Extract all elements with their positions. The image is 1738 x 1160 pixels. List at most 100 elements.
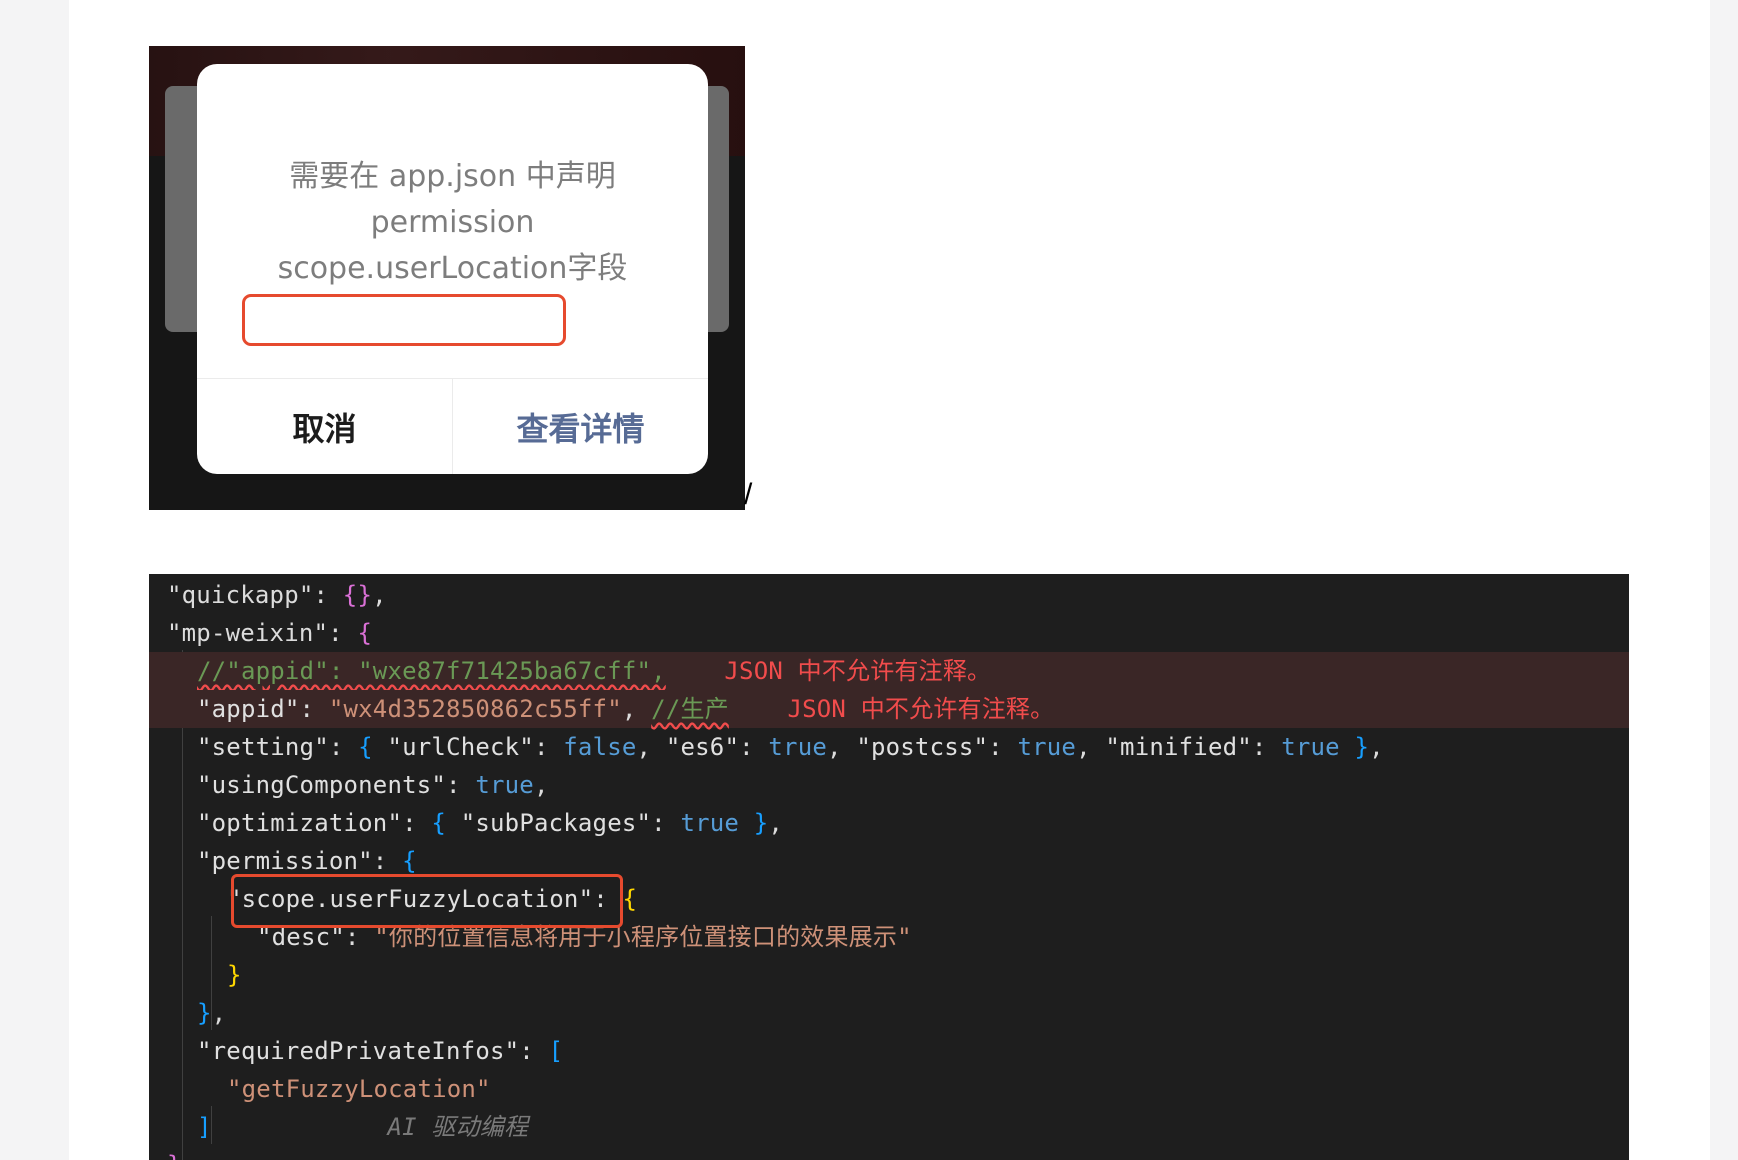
dialog-message-line3: scope.userLocation字段 xyxy=(197,246,708,292)
code-token: "subPackages" xyxy=(460,809,652,837)
code-token: , xyxy=(768,809,784,837)
code-token: , xyxy=(636,733,666,761)
code-token: , xyxy=(372,581,387,609)
dialog-message: 需要在 app.json 中声明 permission scope.userLo… xyxy=(197,154,708,292)
code-token: [ xyxy=(548,1037,564,1065)
code-token: //生产 xyxy=(651,695,729,723)
code-token: , xyxy=(1076,733,1106,761)
code-token: "urlCheck" xyxy=(387,733,534,761)
highlight-box xyxy=(242,294,566,346)
code-token: "postcss" xyxy=(856,733,989,761)
code-token: "appid" xyxy=(197,695,300,723)
code-token: : xyxy=(1251,733,1282,761)
code-token: } xyxy=(739,809,769,837)
code-token: : xyxy=(299,695,329,723)
code-token: , xyxy=(211,999,227,1027)
dialog-message-highlight: scope.userLocation xyxy=(277,251,568,286)
code-editor-screenshot: "quickapp": {}, "mp-weixin": {//"appid": … xyxy=(149,574,1629,1160)
code-token: true xyxy=(680,809,740,837)
code-line: } xyxy=(149,956,1629,994)
code-text: }, xyxy=(167,1146,196,1160)
code-line-error: "appid": "wx4d352850862c55ff", //生产 JSON… xyxy=(149,690,1629,728)
code-token: { xyxy=(357,619,373,647)
code-token: }, xyxy=(167,1151,196,1160)
code-token: : xyxy=(328,733,359,761)
code-token: "quickapp": xyxy=(167,581,343,609)
view-details-button[interactable]: 查看详情 xyxy=(453,379,708,474)
dialog-screenshot: 需要在 app.json 中声明 permission scope.userLo… xyxy=(149,46,745,510)
code-text: } xyxy=(227,956,242,994)
code-line: ] AI 驱动编程 xyxy=(149,1108,1629,1146)
code-line-error: //"appid": "wxe87f71425ba67cff", JSON 中不… xyxy=(149,652,1629,690)
code-token: false xyxy=(563,733,637,761)
code-token: , xyxy=(827,733,857,761)
code-token: ] xyxy=(197,1113,212,1141)
code-line: "getFuzzyLocation" xyxy=(149,1070,1629,1108)
code-token: "wx4d352850862c55ff" xyxy=(328,695,622,723)
dialog-message-suffix: 字段 xyxy=(567,251,628,286)
code-token: "getFuzzyLocation" xyxy=(227,1075,491,1103)
code-token: : xyxy=(651,809,681,837)
code-text: ] AI 驱动编程 xyxy=(197,1108,528,1146)
code-token: true xyxy=(768,733,828,761)
code-token: { xyxy=(358,733,388,761)
code-token: : xyxy=(402,809,432,837)
code-text: "appid": "wx4d352850862c55ff", //生产 JSON… xyxy=(197,690,1054,728)
code-token: "permission" xyxy=(197,847,373,875)
code-line: "setting": { "urlCheck": false, "es6": t… xyxy=(149,728,1629,766)
code-token: : xyxy=(372,847,403,875)
code-text: "requiredPrivateInfos": [ xyxy=(197,1032,563,1070)
permission-dialog: 需要在 app.json 中声明 permission scope.userLo… xyxy=(197,64,708,474)
code-token: true xyxy=(475,771,534,799)
code-token: //"appid": "wxe87f71425ba67cff", xyxy=(197,657,666,685)
code-line: "quickapp": {}, xyxy=(149,576,1629,614)
code-token: : xyxy=(446,771,476,799)
code-token: JSON 中不允许有注释。 xyxy=(724,657,992,685)
code-text: }, xyxy=(197,994,226,1032)
code-line: }, xyxy=(149,994,1629,1032)
code-token: } xyxy=(197,999,212,1027)
code-token: true xyxy=(1017,733,1077,761)
code-token: { xyxy=(622,885,638,913)
code-line: }, xyxy=(149,1146,1629,1160)
code-text: //"appid": "wxe87f71425ba67cff", JSON 中不… xyxy=(197,652,991,690)
code-text: "quickapp": {}, xyxy=(167,576,387,614)
code-token: : xyxy=(739,733,769,761)
code-token: , xyxy=(621,695,652,723)
code-token: "mp-weixin": xyxy=(167,619,358,647)
code-token: { xyxy=(402,847,417,875)
code-token: {} xyxy=(342,581,373,609)
code-token: } xyxy=(1339,733,1370,761)
code-token: "minified" xyxy=(1105,733,1252,761)
dialog-button-row: 取消 查看详情 xyxy=(197,378,708,474)
code-token: { xyxy=(431,809,461,837)
code-token: , xyxy=(1369,733,1384,761)
code-token: JSON 中不允许有注释。 xyxy=(787,695,1055,723)
code-line: "requiredPrivateInfos": [ xyxy=(149,1032,1629,1070)
code-token: "usingComponents" xyxy=(197,771,447,799)
code-token: AI 驱动编程 xyxy=(387,1113,529,1141)
cancel-button[interactable]: 取消 xyxy=(197,379,453,474)
code-text: "setting": { "urlCheck": false, "es6": t… xyxy=(197,728,1384,766)
code-text: "getFuzzyLocation" xyxy=(227,1070,491,1108)
code-token: "es6" xyxy=(665,733,740,761)
code-token: } xyxy=(227,961,242,989)
code-token: true xyxy=(1281,733,1340,761)
code-token: , xyxy=(533,771,549,799)
code-token: : xyxy=(519,1037,549,1065)
code-text: "usingComponents": true, xyxy=(197,766,549,804)
code-line: "mp-weixin": { xyxy=(149,614,1629,652)
code-token: : xyxy=(533,733,564,761)
code-token: : xyxy=(988,733,1018,761)
code-token: "requiredPrivateInfos" xyxy=(197,1037,520,1065)
dialog-message-line2: permission xyxy=(370,205,535,240)
highlight-box xyxy=(231,874,623,928)
code-token: "setting" xyxy=(197,733,329,761)
code-line: "usingComponents": true, xyxy=(149,766,1629,804)
code-text: "optimization": { "subPackages": true }, xyxy=(197,804,783,842)
separator-text: / xyxy=(744,478,753,511)
code-line: "optimization": { "subPackages": true }, xyxy=(149,804,1629,842)
